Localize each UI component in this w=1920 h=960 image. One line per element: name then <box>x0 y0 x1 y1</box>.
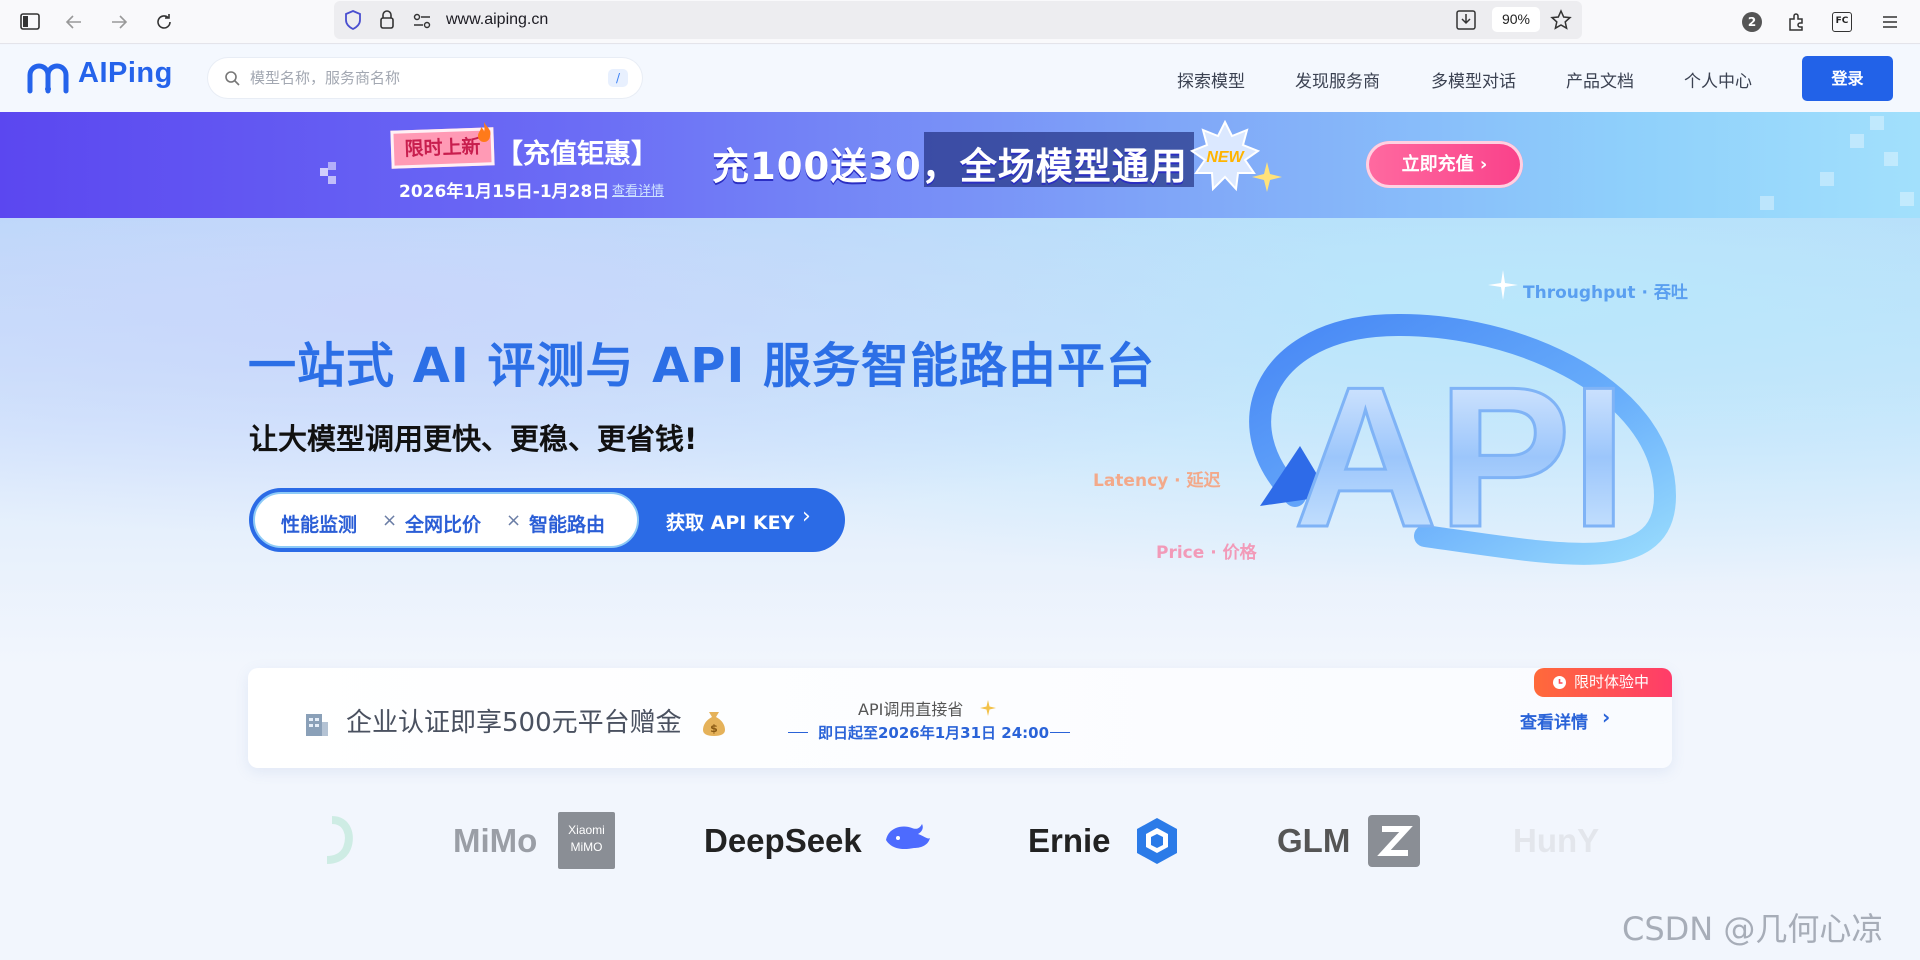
feature-pill-inner: 性能监测 × 全网比价 × 智能路由 <box>253 492 639 548</box>
get-api-key-button[interactable]: 获取 API KEY <box>666 508 794 535</box>
recharge-button[interactable]: 立即充值 › <box>1366 141 1523 188</box>
pill-separator: × <box>506 510 522 531</box>
forward-icon[interactable] <box>105 8 133 36</box>
reload-icon[interactable] <box>150 8 178 36</box>
bookmark-star-icon[interactable] <box>1550 9 1572 35</box>
label-throughput: Throughput · 吞吐 <box>1523 283 1688 303</box>
clock-icon <box>1553 676 1566 689</box>
logo-text[interactable]: AIPing <box>78 57 173 90</box>
new-starburst-icon: NEW <box>1189 120 1261 192</box>
banner-title: 【充值钜惠】 <box>496 139 658 170</box>
hero-subtitle: 让大模型调用更快、更稳、更省钱! <box>249 422 698 456</box>
limited-trial-badge-label: 限时体验中 <box>1574 673 1650 691</box>
divider-left <box>788 732 808 733</box>
xiaomi-mimo-logo-icon: Xiaomi MiMO <box>558 812 615 869</box>
pill-item-price-compare: 全网比价 <box>405 514 482 536</box>
shield-icon[interactable] <box>344 10 362 34</box>
zoom-level[interactable]: 90% <box>1492 7 1540 32</box>
nav-explore-models[interactable]: 探索模型 <box>1177 67 1245 92</box>
pixel-decoration-icon <box>320 162 336 184</box>
enterprise-promo-subtitle: API调用直接省 <box>858 700 964 719</box>
xiaomi-logo-line1: Xiaomi <box>568 823 605 837</box>
chevron-right-icon[interactable]: › <box>802 504 811 529</box>
hero-section: 一站式 AI 评测与 API 服务智能路由平台 让大模型调用更快、更稳、更省钱!… <box>0 218 1920 668</box>
csdn-watermark: CSDN @几何心凉 <box>1622 910 1884 948</box>
sparkle-icon <box>1488 270 1518 300</box>
chevron-right-icon: › <box>1479 154 1488 175</box>
nav-docs[interactable]: 产品文档 <box>1566 67 1634 92</box>
pixel-pattern-icon <box>1760 116 1914 210</box>
label-latency: Latency · 延迟 <box>1093 471 1221 491</box>
brand-glm-text: GLM <box>1277 822 1351 859</box>
banner-main-text: 充100送30，全场模型通用 <box>712 145 1188 188</box>
banner-date: 2026年1月15日-1月28日 <box>399 182 610 202</box>
search-shortcut-badge: / <box>608 69 628 87</box>
enterprise-promo-title: 企业认证即享500元平台赠金 <box>346 708 682 738</box>
site-permissions-icon[interactable] <box>412 13 432 33</box>
building-icon <box>306 714 328 736</box>
logo-icon[interactable] <box>26 61 72 99</box>
pill-item-routing: 智能路由 <box>529 514 606 536</box>
enterprise-promo-card: 企业认证即享500元平台赠金 $ API调用直接省 即日起至2026年1月31日… <box>248 668 1672 768</box>
api-illustration: API <box>1249 314 1677 571</box>
brand-hunyuan-text: HunY <box>1513 822 1600 859</box>
api-letters: API <box>1293 346 1626 569</box>
limited-trial-badge: 限时体验中 <box>1534 668 1672 697</box>
divider-right <box>1050 732 1070 733</box>
browser-toolbar: www.aiping.cn 90% 2 FC <box>0 0 1920 44</box>
notification-badge[interactable]: 2 <box>1742 12 1762 32</box>
enterprise-detail-link[interactable]: 查看详情 <box>1520 708 1588 733</box>
svg-text:$: $ <box>710 722 718 735</box>
brand-deepseek-text: DeepSeek <box>704 822 862 859</box>
money-bag-icon: $ <box>703 712 725 736</box>
search-box[interactable]: / <box>208 58 642 98</box>
promo-banner[interactable]: 限时上新 【充值钜惠】 2026年1月15日-1月28日 查看详情 充100送3… <box>0 112 1920 218</box>
login-button[interactable]: 登录 <box>1802 56 1893 101</box>
banner-detail-link[interactable]: 查看详情 <box>612 180 664 199</box>
search-icon <box>224 70 240 90</box>
lock-icon[interactable] <box>379 10 395 34</box>
label-price: Price · 价格 <box>1156 543 1257 563</box>
back-icon[interactable] <box>60 8 88 36</box>
ernie-logo-icon <box>1137 818 1177 864</box>
site-header: AIPing / 探索模型 发现服务商 多模型对话 产品文档 个人中心 登录 <box>0 45 1920 112</box>
search-input[interactable] <box>250 67 590 89</box>
chevron-right-icon[interactable]: › <box>1602 705 1610 729</box>
xiaomi-logo-line2: MiMO <box>570 840 603 854</box>
feature-pill: 性能监测 × 全网比价 × 智能路由 获取 API KEY › <box>249 488 845 552</box>
enterprise-promo-date: 即日起至2026年1月31日 24:00 <box>818 724 1050 742</box>
hero-title: 一站式 AI 评测与 API 服务智能路由平台 <box>248 338 1156 394</box>
recharge-button-label: 立即充值 <box>1401 154 1474 175</box>
glm-logo-icon <box>1368 815 1420 867</box>
partial-brand-icon <box>326 816 353 864</box>
address-bar[interactable]: www.aiping.cn 90% <box>334 1 1582 39</box>
url-text[interactable]: www.aiping.cn <box>446 11 548 29</box>
nav-multi-model-chat[interactable]: 多模型对话 <box>1431 67 1516 92</box>
new-badge-text: NEW <box>1206 149 1245 166</box>
menu-icon[interactable] <box>1876 8 1904 36</box>
extensions-puzzle-icon[interactable] <box>1782 8 1810 36</box>
extension-fc-icon[interactable]: FC <box>1828 8 1856 36</box>
sparkle-icon <box>980 700 996 716</box>
brand-mimo-text: MiMo <box>453 822 538 859</box>
pill-separator: × <box>382 510 398 531</box>
pill-item-monitoring: 性能监测 <box>281 514 358 536</box>
nav-account[interactable]: 个人中心 <box>1684 67 1752 92</box>
extension-fc-label: FC <box>1832 12 1852 32</box>
sidebar-toggle-icon[interactable] <box>16 8 44 36</box>
brand-ernie-text: Ernie <box>1028 822 1111 859</box>
fire-icon <box>478 122 491 142</box>
nav-providers[interactable]: 发现服务商 <box>1295 67 1380 92</box>
deepseek-whale-icon <box>886 824 930 850</box>
sparkle-icon <box>1252 162 1282 192</box>
download-icon[interactable] <box>1456 10 1476 34</box>
